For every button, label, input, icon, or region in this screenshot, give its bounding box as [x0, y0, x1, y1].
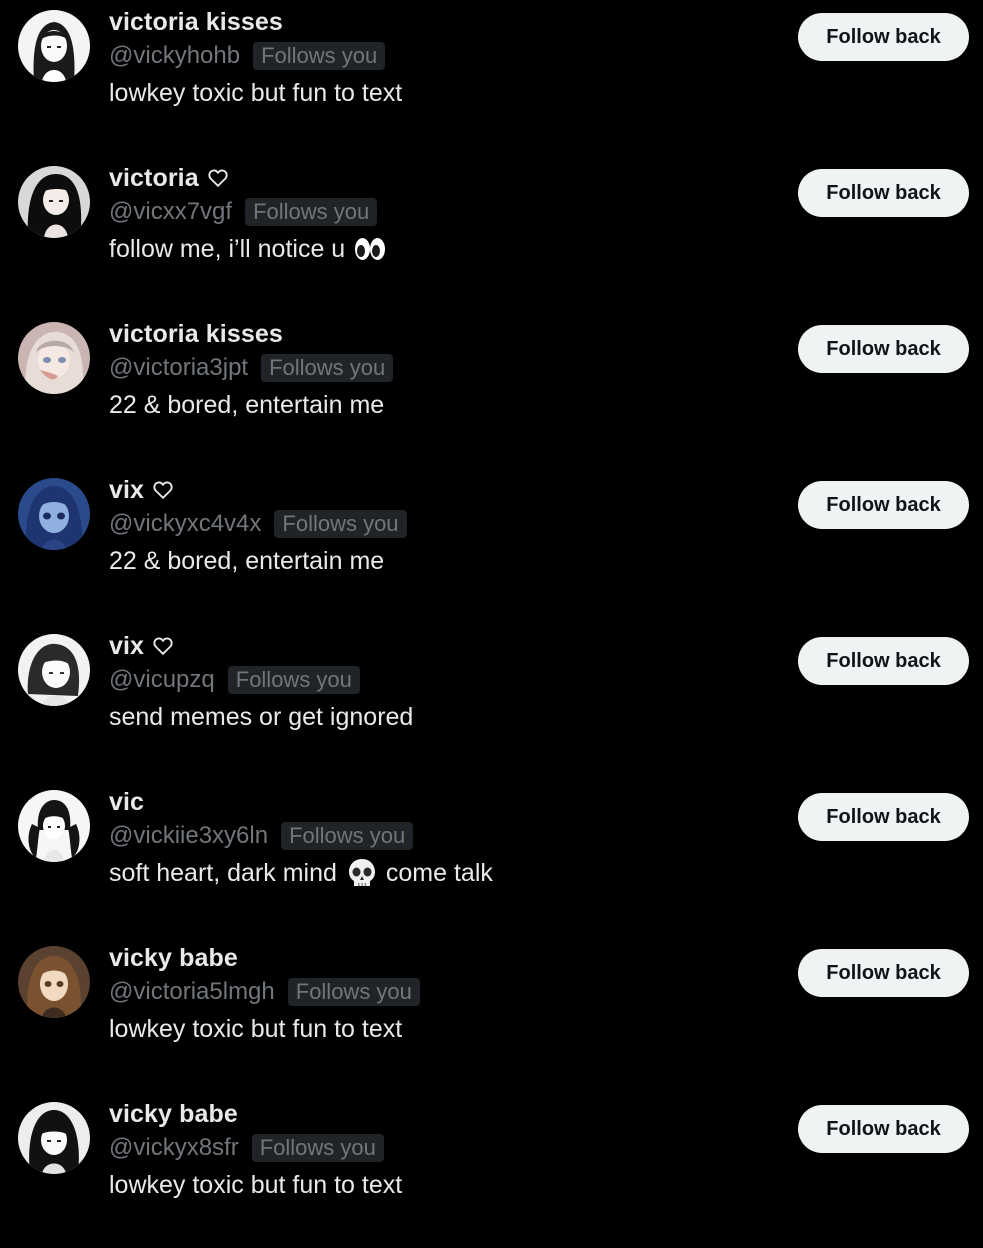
bio-text: follow me, i’ll notice u: [109, 232, 386, 266]
eyes-emoji-icon: [354, 236, 386, 262]
avatar[interactable]: [18, 10, 90, 82]
avatar[interactable]: [18, 166, 90, 238]
avatar[interactable]: [18, 946, 90, 1018]
avatar[interactable]: [18, 634, 90, 706]
bio-text: lowkey toxic but fun to text: [109, 76, 402, 110]
display-name[interactable]: victoria: [109, 164, 199, 193]
username-handle[interactable]: @victoria5lmgh: [109, 978, 275, 1006]
bio-text-part: follow me, i’ll notice u: [109, 234, 346, 263]
follower-row[interactable]: vicky babe @vickyx8sfr Follows you lowke…: [0, 1092, 983, 1248]
anime-girl-bangs-avatar: [18, 1102, 90, 1174]
follow-back-button[interactable]: Follow back: [798, 325, 969, 373]
bio-text: soft heart, dark mind come talk: [109, 856, 493, 890]
anime-girl-dark-hair-avatar: [18, 166, 90, 238]
bio-text-part: come talk: [385, 858, 493, 887]
follow-back-button[interactable]: Follow back: [798, 1105, 969, 1153]
anime-girl-monochrome-avatar: [18, 10, 90, 82]
username-handle[interactable]: @vickyhohb: [109, 42, 240, 70]
bio-text: send memes or get ignored: [109, 700, 413, 734]
bio-text: lowkey toxic but fun to text: [109, 1012, 402, 1046]
avatar[interactable]: [18, 322, 90, 394]
display-name[interactable]: vicky babe: [109, 1100, 238, 1129]
display-name[interactable]: vix: [109, 632, 144, 661]
follows-you-badge: Follows you: [261, 354, 394, 382]
follower-row[interactable]: victoria kisses @victoria3jpt Follows yo…: [0, 312, 983, 468]
follows-you-badge: Follows you: [281, 822, 414, 850]
heart-outline-icon: [152, 479, 174, 501]
bio-text: 22 & bored, entertain me: [109, 544, 384, 578]
follows-you-badge: Follows you: [227, 666, 360, 694]
follow-back-button[interactable]: Follow back: [798, 637, 969, 685]
follow-back-button[interactable]: Follow back: [798, 481, 969, 529]
followers-list: victoria kisses @vickyhohb Follows you l…: [0, 0, 983, 1200]
follows-you-badge: Follows you: [251, 1134, 384, 1162]
anime-girl-pastel-avatar: [18, 322, 90, 394]
display-name[interactable]: vicky babe: [109, 944, 238, 973]
follower-row[interactable]: vix @vicupzq Follows you send memes or g…: [0, 624, 983, 780]
username-handle[interactable]: @vicxx7vgf: [109, 198, 232, 226]
bio-text-part: 22 & bored, entertain me: [109, 390, 385, 419]
avatar[interactable]: [18, 790, 90, 862]
username-handle[interactable]: @victoria3jpt: [109, 354, 248, 382]
username-handle[interactable]: @vickyxc4v4x: [109, 510, 261, 538]
display-name[interactable]: victoria kisses: [109, 8, 283, 37]
display-name[interactable]: vix: [109, 476, 144, 505]
bio-text-part: send memes or get ignored: [109, 702, 414, 731]
follow-back-button[interactable]: Follow back: [798, 793, 969, 841]
avatar[interactable]: [18, 478, 90, 550]
bio-text-part: lowkey toxic but fun to text: [109, 78, 403, 107]
follower-row[interactable]: victoria kisses @vickyhohb Follows you l…: [0, 0, 983, 156]
follower-row[interactable]: victoria @vicxx7vgf Follows you follow m…: [0, 156, 983, 312]
anime-girl-pigtails-avatar: [18, 790, 90, 862]
bio-text-part: lowkey toxic but fun to text: [109, 1014, 403, 1043]
username-handle[interactable]: @vicupzq: [109, 666, 215, 694]
follows-you-badge: Follows you: [287, 978, 420, 1006]
display-name[interactable]: victoria kisses: [109, 320, 283, 349]
follows-you-badge: Follows you: [253, 42, 386, 70]
follower-row[interactable]: vic @vickiie3xy6ln Follows you soft hear…: [0, 780, 983, 936]
avatar[interactable]: [18, 1102, 90, 1174]
follows-you-badge: Follows you: [245, 198, 378, 226]
bio-text-part: lowkey toxic but fun to text: [109, 1170, 403, 1199]
bio-text: 22 & bored, entertain me: [109, 388, 384, 422]
anime-girl-sketch-avatar: [18, 634, 90, 706]
heart-outline-icon: [152, 635, 174, 657]
follow-back-button[interactable]: Follow back: [798, 13, 969, 61]
username-handle[interactable]: @vickyx8sfr: [109, 1134, 239, 1162]
follower-row[interactable]: vix @vickyxc4v4x Follows you 22 & bored,…: [0, 468, 983, 624]
heart-outline-icon: [207, 167, 229, 189]
follows-you-badge: Follows you: [274, 510, 407, 538]
bio-text-part: soft heart, dark mind: [109, 858, 337, 887]
bio-text-part: 22 & bored, entertain me: [109, 546, 385, 575]
anime-girl-brown-hair-avatar: [18, 946, 90, 1018]
follower-row[interactable]: vicky babe @victoria5lmgh Follows you lo…: [0, 936, 983, 1092]
bio-text: lowkey toxic but fun to text: [109, 1168, 402, 1202]
follow-back-button[interactable]: Follow back: [798, 169, 969, 217]
follow-back-button[interactable]: Follow back: [798, 949, 969, 997]
display-name[interactable]: vic: [109, 788, 144, 817]
skull-emoji-icon: [348, 858, 376, 888]
username-handle[interactable]: @vickiie3xy6ln: [109, 822, 268, 850]
anime-girl-blue-avatar: [18, 478, 90, 550]
